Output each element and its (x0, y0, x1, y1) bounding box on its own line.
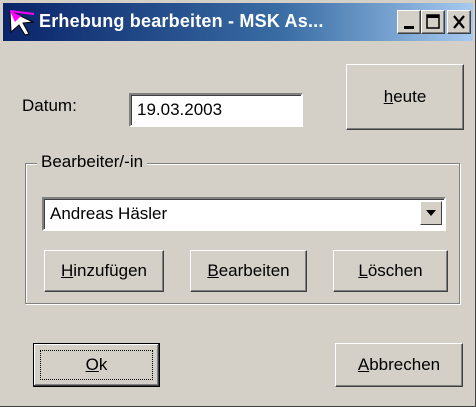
hinzufuegen-button[interactable]: Hinzufügen (44, 250, 164, 292)
title-bar[interactable]: Erhebung bearbeiten - MSK As... (3, 3, 473, 41)
window-title: Erhebung bearbeiten - MSK As... (39, 11, 324, 31)
maximize-icon (426, 14, 440, 29)
bearbeiten-button[interactable]: Bearbeiten (190, 250, 307, 292)
datum-value: 19.03.2003 (137, 100, 223, 119)
bearbeiter-selected-value: Andreas Häsler (50, 204, 168, 223)
ok-button[interactable]: Ok (33, 343, 160, 387)
datum-field[interactable]: 19.03.2003 (129, 93, 303, 127)
heute-button[interactable]: heute (346, 64, 464, 130)
bearbeiter-group-title: Bearbeiter/-in (37, 152, 148, 172)
minimize-button[interactable] (397, 10, 421, 34)
app-icon (9, 10, 35, 36)
bearbeiten-button-label: Bearbeiten (207, 261, 290, 280)
loeschen-button[interactable]: Löschen (333, 250, 448, 292)
dropdown-button[interactable] (420, 201, 442, 225)
datum-label: Datum: (22, 96, 77, 115)
loeschen-button-label: Löschen (358, 261, 423, 280)
minimize-icon (404, 26, 414, 29)
close-button[interactable] (447, 10, 471, 34)
abbrechen-button-label: Abbrechen (357, 355, 441, 374)
bearbeiter-select[interactable]: Andreas Häsler (42, 197, 446, 231)
dialog-window: Erhebung bearbeiten - MSK As... Datum: 1… (0, 0, 476, 407)
chevron-down-icon (426, 210, 436, 216)
abbrechen-button[interactable]: Abbrechen (335, 343, 463, 387)
maximize-button[interactable] (421, 10, 445, 34)
heute-button-label: heute (383, 87, 427, 106)
focus-indicator (40, 350, 153, 380)
hinzufuegen-button-label: Hinzufügen (60, 261, 147, 280)
close-icon (453, 15, 465, 29)
